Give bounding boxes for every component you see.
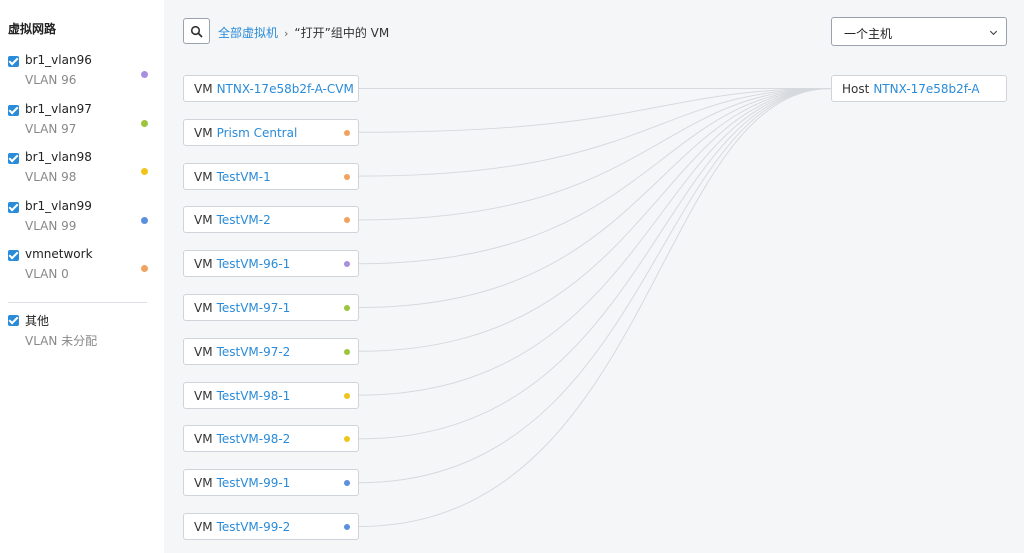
vm-prefix: VM xyxy=(194,432,213,447)
connection-line xyxy=(358,88,832,527)
vm-node[interactable]: VM TestVM-99-1 xyxy=(183,469,359,497)
host-prefix: Host xyxy=(842,82,870,96)
vm-prefix: VM xyxy=(194,388,213,403)
vm-link[interactable]: TestVM-97-1 xyxy=(217,301,291,315)
vm-node[interactable]: VM NTNX-17e58b2f-A-CVM xyxy=(183,75,359,102)
vm-link[interactable]: Prism Central xyxy=(217,126,298,140)
vm-prefix: VM xyxy=(194,213,213,228)
connection-line xyxy=(358,88,832,177)
vm-link[interactable]: TestVM-1 xyxy=(217,170,271,184)
vm-link[interactable]: TestVM-98-2 xyxy=(217,432,291,446)
vm-prefix: VM xyxy=(194,301,213,315)
vm-link[interactable]: TestVM-99-2 xyxy=(217,520,291,534)
vm-prefix: VM xyxy=(194,520,213,534)
vm-prefix: VM xyxy=(194,125,213,140)
network-color-dot xyxy=(344,348,350,355)
vm-node[interactable]: VM TestVM-97-2 xyxy=(183,337,359,365)
vm-link[interactable]: TestVM-99-1 xyxy=(217,476,291,490)
vm-prefix: VM xyxy=(194,82,213,96)
network-color-dot xyxy=(344,480,350,487)
network-color-dot xyxy=(344,305,350,311)
connection-line xyxy=(358,88,832,308)
host-node[interactable]: Host NTNX-17e58b2f-A xyxy=(831,75,1007,102)
vm-prefix: VM xyxy=(194,344,213,359)
network-color-dot xyxy=(344,436,350,443)
vm-link[interactable]: NTNX-17e58b2f-A-CVM xyxy=(217,82,354,96)
vm-node[interactable]: VM TestVM-1 xyxy=(183,162,359,190)
vm-node[interactable]: VM TestVM-98-1 xyxy=(183,381,359,409)
connection-line xyxy=(358,88,832,396)
network-color-dot xyxy=(344,261,350,268)
vm-node[interactable]: VM TestVM-96-1 xyxy=(183,250,359,278)
network-color-dot xyxy=(344,129,350,136)
vm-node[interactable]: VM Prism Central xyxy=(183,118,359,146)
vm-node[interactable]: VM TestVM-97-1 xyxy=(183,294,359,321)
vm-link[interactable]: TestVM-2 xyxy=(217,213,271,227)
vm-prefix: VM xyxy=(194,476,213,491)
network-color-dot xyxy=(344,217,350,224)
vm-node[interactable]: VM TestVM-98-2 xyxy=(183,425,359,453)
connection-line xyxy=(358,88,832,133)
vm-link[interactable]: TestVM-98-1 xyxy=(217,389,291,403)
connection-line xyxy=(358,88,832,352)
connection-line xyxy=(358,88,832,440)
network-color-dot xyxy=(344,524,350,530)
vm-prefix: VM xyxy=(194,169,213,184)
vm-prefix: VM xyxy=(194,257,213,272)
vm-node[interactable]: VM TestVM-99-2 xyxy=(183,513,359,540)
vm-link[interactable]: TestVM-96-1 xyxy=(217,257,291,271)
host-link[interactable]: NTNX-17e58b2f-A xyxy=(873,82,979,96)
network-color-dot xyxy=(344,392,350,399)
network-color-dot xyxy=(344,173,350,180)
connection-line xyxy=(358,88,832,265)
vm-node[interactable]: VM TestVM-2 xyxy=(183,206,359,234)
vm-link[interactable]: TestVM-97-2 xyxy=(217,345,291,359)
